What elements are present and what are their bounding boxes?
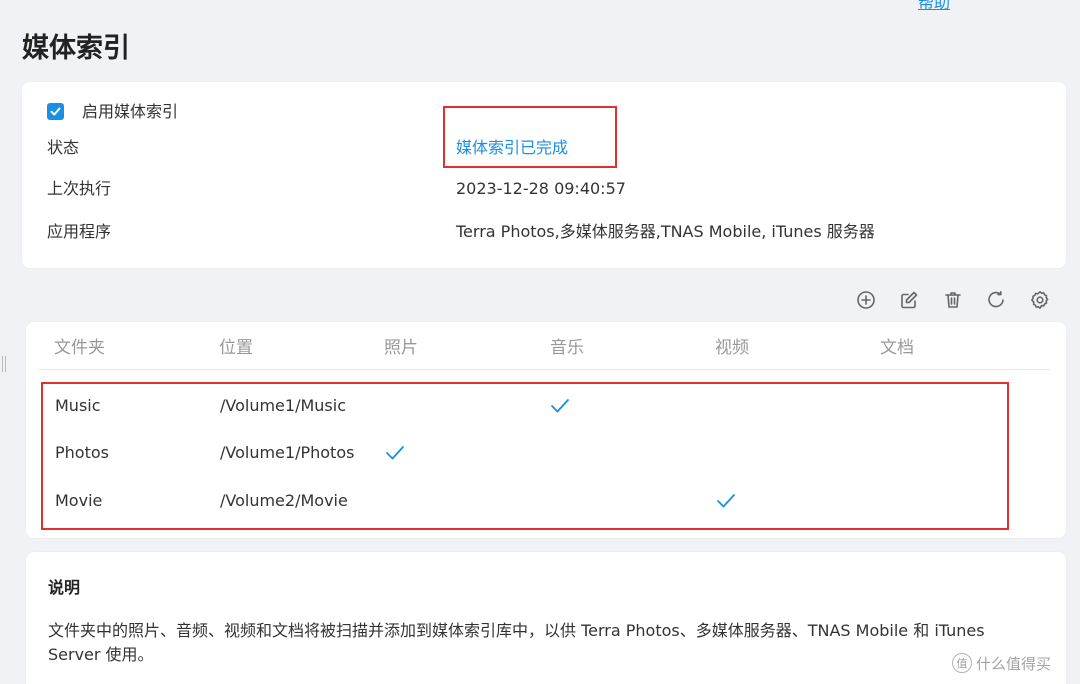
panel-resize-handle[interactable] xyxy=(2,356,6,372)
enable-index-label: 启用媒体索引 xyxy=(82,102,179,121)
watermark-text: 什么值得买 xyxy=(976,654,1052,673)
settings-button[interactable] xyxy=(1028,288,1052,312)
minimize-icon[interactable] xyxy=(969,0,981,6)
column-header-location[interactable]: 位置 xyxy=(219,336,253,360)
applications-label: 应用程序 xyxy=(47,222,112,241)
applications-value: Terra Photos,多媒体服务器,TNAS Mobile, iTunes … xyxy=(456,222,875,241)
column-header-folder[interactable]: 文件夹 xyxy=(54,336,105,360)
table-row[interactable]: Photos /Volume1/Photos xyxy=(26,441,1066,465)
folder-name: Music xyxy=(55,396,101,415)
status-value[interactable]: 媒体索引已完成 xyxy=(456,136,568,160)
edit-folder-button[interactable] xyxy=(897,288,921,312)
folder-location: /Volume1/Photos xyxy=(220,443,355,462)
last-run-label: 上次执行 xyxy=(47,179,112,198)
checkmark-icon xyxy=(50,107,61,116)
watermark: 值 什么值得买 xyxy=(952,651,1051,675)
last-run-row: 上次执行 2023-12-28 09:40:57 xyxy=(22,177,1066,201)
photos-enabled-check-icon xyxy=(385,443,405,463)
close-icon[interactable] xyxy=(1060,0,1072,6)
folder-table: 文件夹 位置 照片 音乐 视频 文档 Music /Volume1/Music … xyxy=(26,322,1066,538)
index-status-card: 启用媒体索引 状态 媒体索引已完成 上次执行 2023-12-28 09:40:… xyxy=(22,82,1066,268)
column-header-photos[interactable]: 照片 xyxy=(384,336,418,360)
enable-index-checkbox[interactable] xyxy=(47,103,64,120)
maximize-icon[interactable] xyxy=(1015,0,1027,6)
description-text: 文件夹中的照片、音频、视频和文档将被扫描并添加到媒体索引库中，以供 Terra … xyxy=(48,621,985,664)
folder-location: /Volume1/Music xyxy=(220,396,346,415)
page-title: 媒体索引 xyxy=(22,33,130,64)
video-enabled-check-icon xyxy=(716,491,736,511)
table-row[interactable]: Music /Volume1/Music xyxy=(26,394,1066,418)
add-folder-button[interactable] xyxy=(854,288,878,312)
refresh-button[interactable] xyxy=(984,288,1008,312)
status-row: 状态 媒体索引已完成 xyxy=(22,136,1066,160)
delete-folder-button[interactable] xyxy=(941,288,965,312)
last-run-value: 2023-12-28 09:40:57 xyxy=(456,179,626,198)
settings-icon xyxy=(1031,291,1049,309)
folder-name: Movie xyxy=(55,491,103,510)
media-index-window: 帮助 媒体索引 启用媒体索引 状态 媒体索引已完成 上次执行 2023-12-2… xyxy=(0,0,1080,684)
column-header-video[interactable]: 视频 xyxy=(715,336,749,360)
table-header-divider xyxy=(38,369,1050,370)
status-label: 状态 xyxy=(47,138,80,157)
column-header-music[interactable]: 音乐 xyxy=(550,336,584,360)
refresh-icon xyxy=(988,290,1004,308)
table-row[interactable]: Movie /Volume2/Movie xyxy=(26,489,1066,513)
delete-icon xyxy=(945,292,961,308)
applications-row: 应用程序 Terra Photos,多媒体服务器,TNAS Mobile, iT… xyxy=(22,220,1066,244)
folder-location: /Volume2/Movie xyxy=(220,491,348,510)
music-enabled-check-icon xyxy=(550,396,570,416)
column-header-documents[interactable]: 文档 xyxy=(880,336,914,360)
description-title: 说明 xyxy=(48,578,81,597)
edit-icon xyxy=(901,291,918,309)
watermark-logo-icon: 值 xyxy=(952,653,972,673)
enable-index-row[interactable]: 启用媒体索引 xyxy=(22,100,1066,124)
description-card: 说明 文件夹中的照片、音频、视频和文档将被扫描并添加到媒体索引库中，以供 Ter… xyxy=(26,552,1066,684)
help-link[interactable]: 帮助 xyxy=(918,0,950,13)
folder-name: Photos xyxy=(55,443,109,462)
add-icon xyxy=(857,291,875,309)
